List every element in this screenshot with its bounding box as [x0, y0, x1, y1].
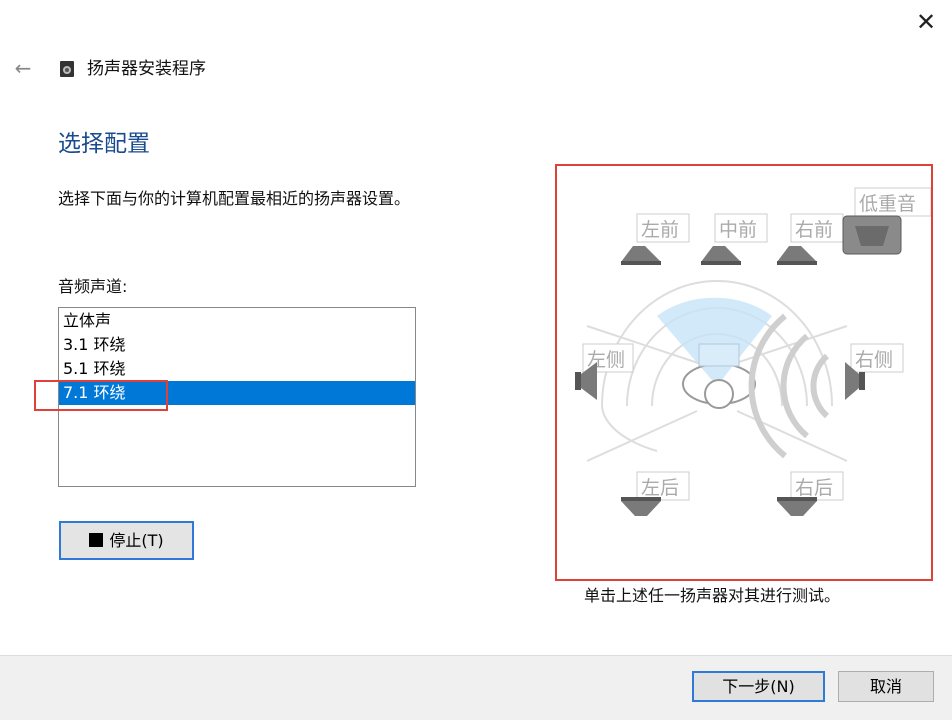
stop-button-label: 停止(T) — [109, 531, 164, 550]
speaker-icon — [59, 60, 75, 78]
channels-label: 音频声道: — [58, 277, 128, 296]
back-arrow-icon[interactable]: ← — [10, 55, 36, 81]
stop-square-icon — [89, 533, 104, 547]
speaker-side-left[interactable]: 左侧 — [575, 343, 634, 400]
stop-button[interactable]: 停止(T) — [59, 521, 194, 560]
page-title: 选择配置 — [58, 131, 150, 157]
selection-highlight-box — [34, 380, 168, 411]
speaker-front-center-label: 中前 — [719, 219, 757, 241]
channel-option-5-1[interactable]: 5.1 环绕 — [59, 357, 415, 381]
channel-option-stereo[interactable]: 立体声 — [59, 309, 415, 333]
window-title: 扬声器安装程序 — [87, 59, 206, 79]
speaker-front-right[interactable]: 右前 — [777, 213, 844, 265]
page-description: 选择下面与你的计算机配置最相近的扬声器设置。 — [58, 189, 411, 208]
speaker-rear-left-label: 左后 — [641, 477, 679, 499]
speaker-front-center[interactable]: 中前 — [701, 213, 768, 265]
speaker-rear-right-label: 右后 — [795, 477, 833, 499]
channel-option-3-1[interactable]: 3.1 环绕 — [59, 333, 415, 357]
speaker-subwoofer-label: 低重音 — [859, 193, 916, 215]
speaker-rear-left[interactable]: 左后 — [621, 471, 690, 516]
speaker-side-right-label: 右侧 — [855, 349, 893, 371]
speaker-side-right[interactable]: 右侧 — [845, 343, 904, 400]
speaker-front-right-label: 右前 — [795, 219, 833, 241]
speaker-diagram: 左前 中前 右前 低重音 左侧 右侧 左后 右后 — [555, 164, 933, 581]
speaker-test-hint: 单击上述任一扬声器对其进行测试。 — [584, 586, 841, 605]
next-button[interactable]: 下一步(N) — [692, 671, 825, 702]
speaker-front-left[interactable]: 左前 — [621, 213, 690, 265]
speaker-subwoofer[interactable]: 低重音 — [842, 187, 931, 255]
cancel-button[interactable]: 取消 — [838, 671, 934, 702]
close-icon[interactable]: ✕ — [913, 10, 939, 36]
speaker-rear-right[interactable]: 右后 — [777, 471, 844, 516]
speaker-front-left-label: 左前 — [641, 219, 679, 241]
